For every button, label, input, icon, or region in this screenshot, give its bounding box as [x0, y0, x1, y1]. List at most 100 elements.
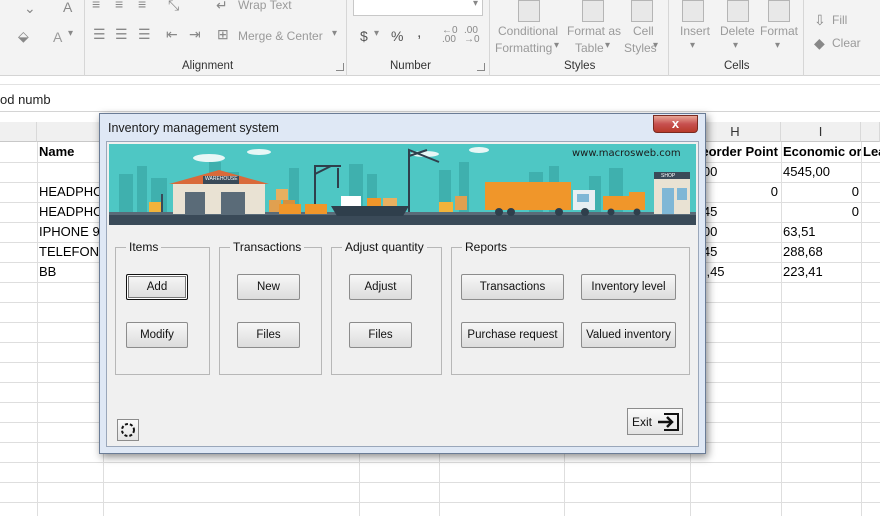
group-separator [668, 0, 669, 76]
chevron-down-icon[interactable]: ▾ [733, 40, 738, 51]
cell-lead-header[interactable]: Lea [863, 142, 880, 162]
comma-button[interactable]: , [417, 24, 421, 42]
cell-styles-icon[interactable] [631, 0, 653, 22]
number-dialog-launcher-icon[interactable] [477, 63, 485, 71]
currency-button[interactable]: $ [360, 28, 368, 44]
purchase-request-button[interactable]: Purchase request [461, 322, 564, 348]
fill-button[interactable]: Fill [832, 13, 847, 27]
table-cell[interactable]: 288,68 [783, 242, 859, 262]
valued-inventory-button[interactable]: Valued inventory [581, 322, 676, 348]
decrease-decimal-icon[interactable]: .00 →0 [464, 26, 480, 45]
insert-icon[interactable] [682, 0, 704, 22]
chevron-down-icon[interactable]: ▾ [690, 40, 695, 51]
number-format-select[interactable] [353, 0, 483, 16]
refresh-icon [121, 423, 135, 437]
table-cell[interactable]: 223,41 [783, 262, 859, 282]
group-separator [84, 0, 85, 76]
table-cell[interactable]: 4545,00 [783, 162, 859, 182]
column-header[interactable] [861, 122, 880, 142]
conditional-formatting-line2: Formatting [495, 41, 553, 55]
cells-group-label: Cells [724, 60, 750, 72]
styles-group-label: Styles [564, 60, 596, 72]
transactions-frame-title: Transactions [230, 240, 305, 254]
formula-bar[interactable]: od numb [0, 84, 880, 112]
align-top-icon[interactable]: ≡ [92, 0, 100, 12]
chevron-down-icon[interactable]: ▾ [332, 28, 337, 39]
table-cell[interactable]: HEADPHO [39, 202, 101, 222]
transaction-files-button[interactable]: Files [237, 322, 300, 348]
eraser-icon[interactable]: ◆ [814, 35, 825, 52]
modify-button[interactable]: Modify [126, 322, 188, 348]
chevron-down-icon[interactable]: ▾ [554, 40, 559, 51]
new-transaction-button[interactable]: New [237, 274, 300, 300]
group-separator [803, 0, 804, 76]
dropdown-arrow-icon[interactable]: ⌄ [24, 0, 36, 17]
table-cell[interactable]: 0 [783, 202, 859, 222]
column-gridline [861, 142, 862, 516]
column-header[interactable] [0, 122, 37, 142]
align-bottom-icon[interactable]: ≡ [138, 0, 146, 12]
orientation-icon[interactable]: ⤡ [168, 0, 179, 14]
chevron-down-icon[interactable]: ▾ [473, 0, 478, 9]
add-button[interactable]: Add [126, 274, 188, 300]
row-gridline [0, 462, 880, 463]
align-left-icon[interactable]: ☰ [93, 26, 106, 43]
adjust-quantity-frame: Adjust quantity Adjust Files [331, 240, 442, 375]
insert-button[interactable]: Insert [680, 24, 710, 38]
align-right-icon[interactable]: ☰ [138, 26, 151, 43]
delete-button[interactable]: Delete [720, 24, 755, 38]
exit-door-icon [658, 413, 679, 431]
chevron-down-icon[interactable]: ▾ [775, 40, 780, 51]
merge-center-button[interactable]: Merge & Center [238, 29, 323, 43]
reports-frame: Reports Transactions Inventory level Pur… [451, 240, 690, 375]
format-icon[interactable] [768, 0, 790, 22]
refresh-button[interactable] [117, 419, 139, 441]
percent-button[interactable]: % [391, 28, 403, 44]
format-as-table-icon[interactable] [582, 0, 604, 22]
increase-indent-icon[interactable]: ⇥ [189, 26, 201, 43]
inventory-level-button[interactable]: Inventory level [581, 274, 676, 300]
table-cell[interactable]: HEADPHO [39, 182, 101, 202]
chevron-down-icon[interactable]: ▾ [605, 40, 610, 51]
cell-styles-button[interactable]: Cell [633, 24, 654, 38]
alignment-dialog-launcher-icon[interactable] [336, 63, 344, 71]
cell-economic-order-header[interactable]: Economic or [783, 142, 861, 162]
adjust-files-button[interactable]: Files [349, 322, 412, 348]
table-cell[interactable]: 63,51 [783, 222, 859, 242]
delete-icon[interactable] [727, 0, 749, 22]
align-middle-icon[interactable]: ≡ [115, 0, 123, 12]
conditional-formatting-button[interactable]: Conditional [498, 24, 558, 38]
fill-color-icon[interactable]: ⬙ [18, 28, 29, 45]
chevron-down-icon[interactable]: ▾ [374, 28, 379, 39]
transactions-report-button[interactable]: Transactions [461, 274, 564, 300]
chevron-down-icon[interactable]: ▾ [68, 28, 73, 39]
close-button[interactable]: x [653, 115, 698, 133]
reports-frame-title: Reports [462, 240, 511, 254]
format-button[interactable]: Format [760, 24, 798, 38]
wrap-text-icon[interactable]: ↵ [216, 0, 228, 14]
table-cell[interactable]: 0 [783, 182, 859, 202]
table-cell[interactable]: TELEFONO [39, 242, 101, 262]
align-center-icon[interactable]: ☰ [115, 26, 128, 43]
adjust-button[interactable]: Adjust [349, 274, 412, 300]
font-size-decrease-icon[interactable]: A [63, 0, 72, 15]
column-header-i[interactable]: I [781, 122, 861, 142]
clear-button[interactable]: Clear [832, 36, 861, 50]
fill-icon[interactable]: ⇩ [814, 12, 826, 29]
table-cell[interactable]: IPHONE 9 [39, 222, 101, 242]
merge-icon[interactable]: ⊞ [217, 26, 229, 43]
format-as-table-button[interactable]: Format as [567, 24, 621, 38]
table-cell[interactable]: BB [39, 262, 101, 282]
items-frame-title: Items [126, 240, 162, 254]
banner-shop-label: SHOP [661, 173, 676, 179]
exit-button[interactable]: Exit [627, 408, 683, 435]
decrease-indent-icon[interactable]: ⇤ [166, 26, 178, 43]
chevron-down-icon[interactable]: ▾ [653, 40, 658, 51]
font-color-button[interactable]: A [53, 29, 62, 45]
increase-decimal-icon[interactable]: ←0.00 [442, 26, 458, 45]
banner-warehouse-label: WAREHOUSE [205, 176, 238, 182]
conditional-formatting-icon[interactable] [518, 0, 540, 22]
wrap-text-button[interactable]: Wrap Text [238, 0, 292, 12]
cell-name-header[interactable]: Name [39, 142, 101, 162]
items-frame: Items Add Modify [115, 240, 210, 375]
